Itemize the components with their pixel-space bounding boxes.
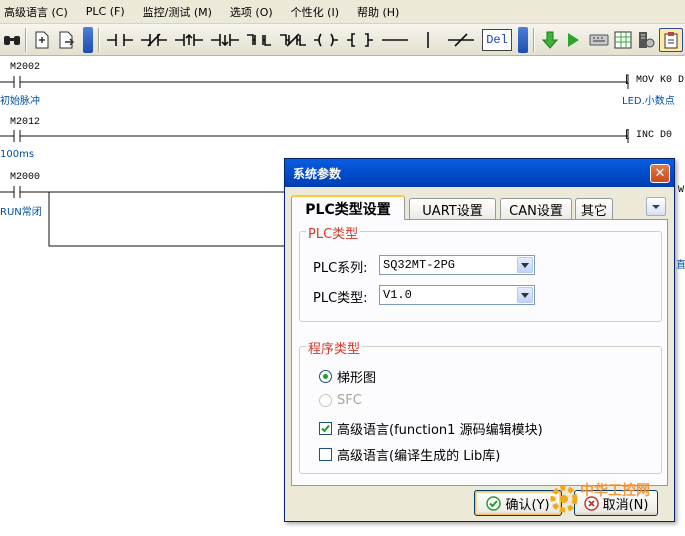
contact-label: M2012 bbox=[10, 117, 41, 128]
toolbar-grip-icon[interactable] bbox=[83, 27, 93, 53]
cancel-icon bbox=[583, 495, 599, 511]
option-label: 梯形图 bbox=[337, 371, 377, 386]
system-parameters-dialog: 系统参数 ✕ PLC类型设置 UART设置 CAN设置 其它 PLC类型 PLC… bbox=[284, 158, 675, 522]
download-icon[interactable] bbox=[539, 28, 561, 52]
contact-comment: 初始脉冲 bbox=[0, 96, 40, 107]
ok-button[interactable]: 确认(Y) bbox=[474, 490, 562, 516]
group-title: 程序类型 bbox=[306, 338, 363, 357]
tab-other[interactable]: 其它 bbox=[575, 198, 613, 219]
plc-type-group: PLC类型 PLC系列: SQ32MT-2PG PLC类型: V1.0 bbox=[299, 223, 662, 322]
plc-type-select[interactable]: V1.0 bbox=[379, 285, 535, 305]
contact-comment: RUN常闭 bbox=[0, 207, 42, 218]
selected-value: SQ32MT-2PG bbox=[383, 258, 456, 272]
falling-edge-contact-icon[interactable] bbox=[209, 28, 241, 52]
export-file-icon[interactable] bbox=[56, 28, 78, 52]
contact-comment: 100ms bbox=[0, 149, 35, 160]
find-binoculars-icon[interactable] bbox=[2, 28, 22, 52]
no-contact-icon[interactable] bbox=[105, 28, 135, 52]
tab-uart[interactable]: UART设置 bbox=[409, 198, 496, 219]
menu-personalize[interactable]: 个性化 (I) bbox=[291, 4, 339, 20]
checkbox-checked-icon[interactable] bbox=[319, 422, 332, 435]
checkbox-unchecked-icon[interactable] bbox=[319, 448, 332, 461]
toolbar-grip-icon[interactable] bbox=[518, 27, 528, 53]
menu-monitor-test[interactable]: 监控/测试 (M) bbox=[143, 4, 212, 20]
run-icon[interactable] bbox=[563, 28, 583, 52]
instruction-comment: LED.小数点 bbox=[622, 96, 675, 107]
plc-series-select[interactable]: SQ32MT-2PG bbox=[379, 255, 535, 275]
option-label: 高级语言(function1 源码编辑模块) bbox=[337, 423, 543, 438]
tab-strip: PLC类型设置 UART设置 CAN设置 其它 bbox=[291, 195, 671, 220]
plc-settings-icon[interactable] bbox=[635, 28, 657, 52]
dialog-title: 系统参数 bbox=[293, 166, 342, 181]
radio-unchecked-icon bbox=[319, 394, 332, 407]
close-icon[interactable]: ✕ bbox=[650, 164, 670, 183]
option-label: 高级语言(编译生成的 Lib库) bbox=[337, 449, 501, 464]
type-label: PLC类型: bbox=[313, 291, 368, 306]
keyboard-icon[interactable] bbox=[587, 28, 611, 52]
toolbar: Del bbox=[0, 24, 685, 56]
tab-scroll-down-icon[interactable] bbox=[646, 197, 666, 216]
instruction-label: [ MOV K0 D bbox=[624, 75, 685, 86]
function1-checkbox-option[interactable]: 高级语言(function1 源码编辑模块) bbox=[319, 419, 543, 438]
cancel-button[interactable]: 取消(N) bbox=[574, 490, 658, 516]
open-file-icon[interactable] bbox=[31, 28, 53, 52]
check-icon bbox=[486, 495, 502, 511]
menu-plc[interactable]: PLC (F) bbox=[86, 5, 125, 18]
ladder-radio-option[interactable]: 梯形图 bbox=[319, 367, 376, 386]
monitor-table-icon[interactable] bbox=[612, 28, 634, 52]
sfc-radio-option: SFC bbox=[319, 393, 362, 408]
tab-can[interactable]: CAN设置 bbox=[500, 198, 572, 219]
horizontal-line-icon[interactable] bbox=[380, 28, 410, 52]
series-label: PLC系列: bbox=[313, 261, 368, 276]
output-coil-icon[interactable] bbox=[312, 28, 340, 52]
nc-contact-icon[interactable] bbox=[139, 28, 169, 52]
instruction-label: [ INC D0 bbox=[624, 130, 673, 141]
system-parameters-icon[interactable] bbox=[659, 28, 683, 52]
function-block-icon[interactable] bbox=[345, 28, 375, 52]
edge-fragment: W bbox=[678, 185, 685, 196]
invert-icon[interactable] bbox=[446, 28, 476, 52]
radio-checked-icon[interactable] bbox=[319, 370, 332, 383]
dialog-title-bar[interactable]: 系统参数 bbox=[285, 159, 674, 187]
menu-options[interactable]: 选项 (O) bbox=[230, 4, 273, 20]
tab-panel: PLC类型 PLC系列: SQ32MT-2PG PLC类型: V1.0 程序类型… bbox=[291, 219, 668, 486]
menu-advanced-language[interactable]: 高级语言 (C) bbox=[4, 4, 68, 20]
contact-label: M2002 bbox=[10, 62, 41, 73]
menu-help[interactable]: 帮助 (H) bbox=[357, 4, 399, 20]
lib-checkbox-option[interactable]: 高级语言(编译生成的 Lib库) bbox=[319, 445, 500, 464]
menu-bar: 高级语言 (C) PLC (F) 监控/测试 (M) 选项 (O) 个性化 (I… bbox=[0, 0, 685, 24]
vertical-line-icon[interactable] bbox=[420, 28, 436, 52]
parallel-no-contact-icon[interactable] bbox=[245, 28, 273, 52]
option-label: SFC bbox=[337, 393, 362, 408]
selected-value: V1.0 bbox=[383, 288, 412, 302]
delete-button[interactable]: Del bbox=[482, 29, 512, 51]
chevron-down-icon[interactable] bbox=[517, 257, 533, 273]
cancel-button-label: 取消(N) bbox=[602, 497, 649, 513]
program-type-group: 程序类型 梯形图 SFC 高级语言(function1 源码编辑模块) 高级语言… bbox=[299, 338, 662, 474]
rising-edge-contact-icon[interactable] bbox=[173, 28, 205, 52]
ok-button-label: 确认(Y) bbox=[505, 497, 550, 513]
tab-plc-type[interactable]: PLC类型设置 bbox=[291, 195, 405, 220]
group-title: PLC类型 bbox=[306, 223, 361, 242]
chevron-down-icon[interactable] bbox=[517, 287, 533, 303]
parallel-nc-contact-icon[interactable] bbox=[278, 28, 308, 52]
contact-label: M2000 bbox=[10, 172, 41, 183]
edge-fragment: 直 bbox=[676, 260, 685, 271]
